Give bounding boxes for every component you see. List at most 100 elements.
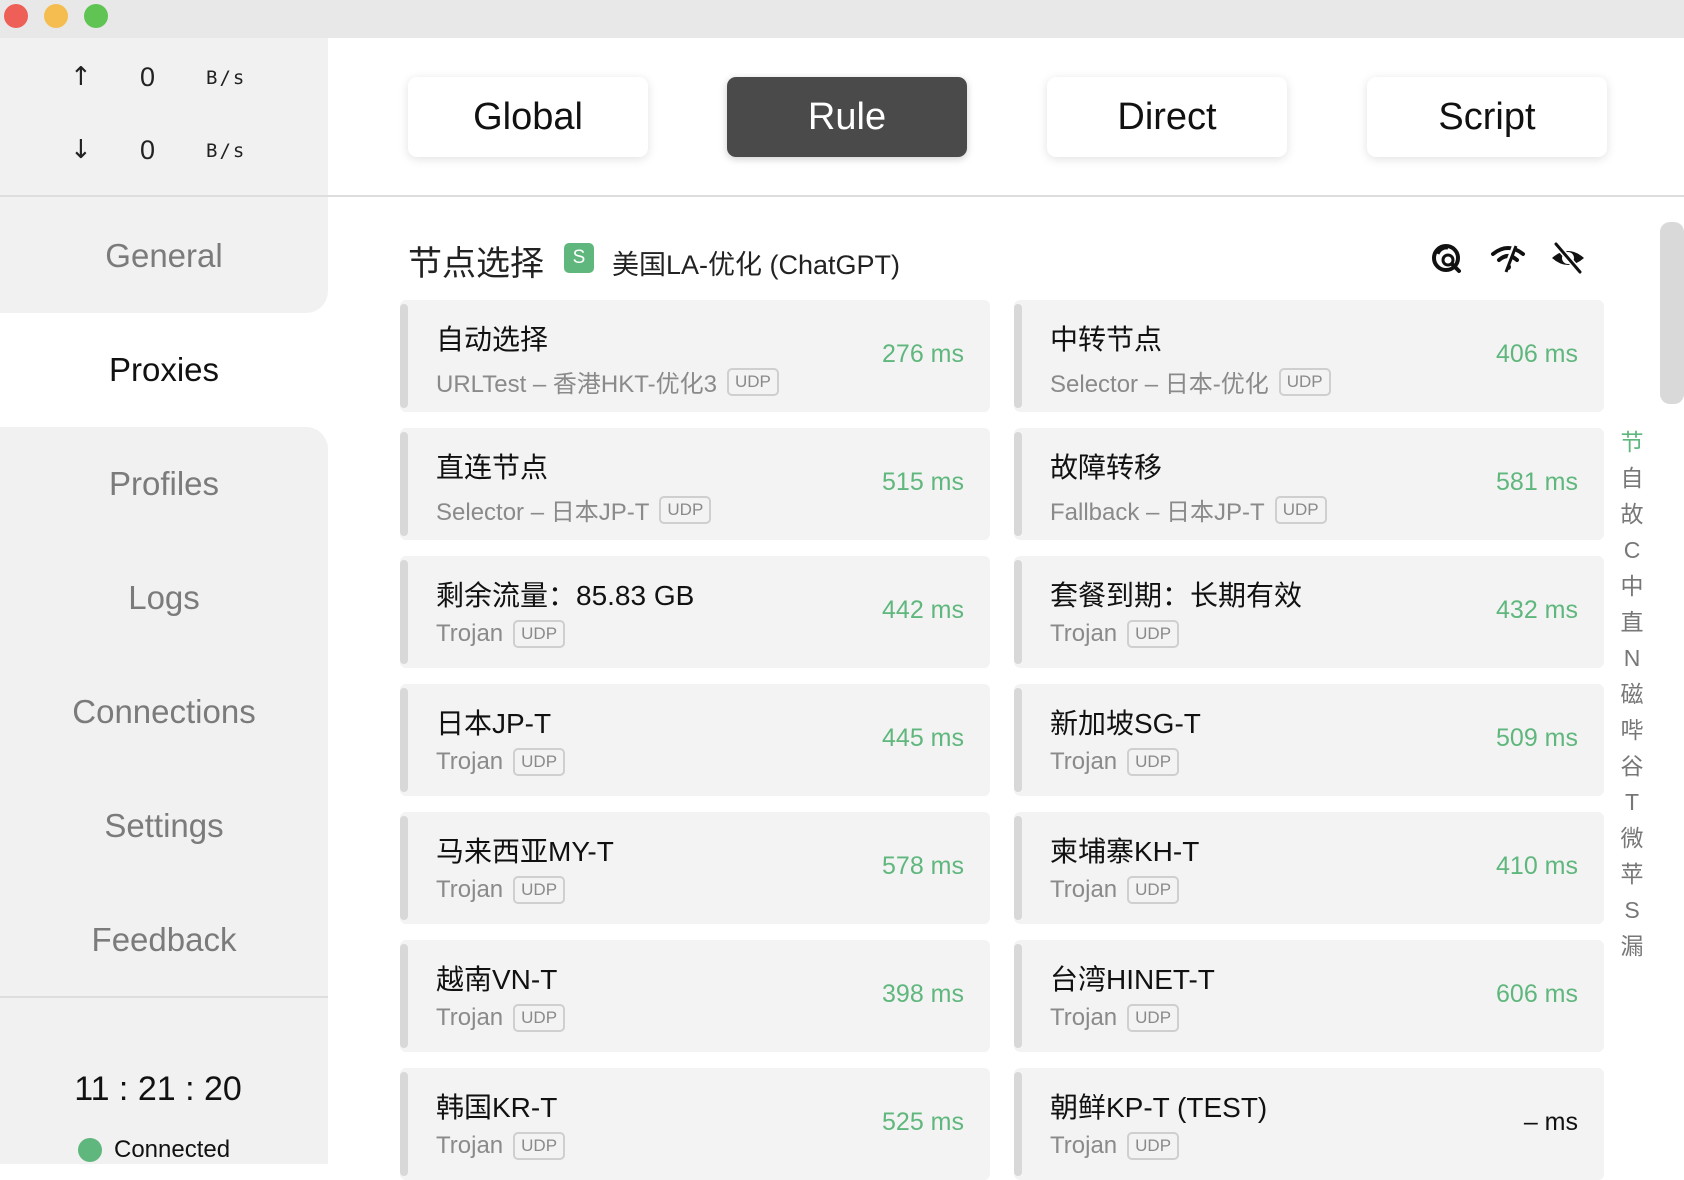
proxy-delay[interactable]: 442 ms [882, 596, 964, 625]
proxy-type: Fallback – 日本JP-T UDP [1050, 492, 1327, 527]
udp-badge: UDP [1127, 876, 1180, 904]
proxy-type-label: Fallback – 日本JP-T [1050, 499, 1265, 526]
proxy-delay[interactable]: 432 ms [1496, 596, 1578, 625]
proxy-name: 马来西亚MY-T [436, 836, 614, 867]
proxy-delay[interactable]: 398 ms [882, 980, 964, 1009]
mode-global-button[interactable]: Global [408, 77, 648, 157]
proxy-delay[interactable]: 606 ms [1496, 980, 1578, 1009]
proxy-card[interactable]: 新加坡SG-T Trojan UDP 509 ms [1014, 684, 1604, 796]
proxy-type: Trojan UDP [436, 1132, 566, 1160]
group-index: 节 自 故 C 中 直 N 磁 哔 谷 T 微 苹 S 漏 [1614, 424, 1650, 964]
index-item[interactable]: C [1614, 532, 1650, 568]
index-item[interactable]: S [1614, 892, 1650, 928]
index-item[interactable]: 自 [1614, 460, 1650, 496]
proxy-name: 朝鲜KP-T (TEST) [1050, 1092, 1268, 1123]
proxy-delay[interactable]: – ms [1524, 1108, 1578, 1137]
status-label: Connected [114, 1136, 231, 1163]
card-accent-bar [400, 560, 408, 664]
proxy-name: 韩国KR-T [436, 1092, 558, 1123]
proxy-delay[interactable]: 578 ms [882, 852, 964, 881]
proxy-card[interactable]: 剩余流量：85.83 GB Trojan UDP 442 ms [400, 556, 990, 668]
proxy-type-label: Trojan [1050, 876, 1118, 903]
index-item[interactable]: 中 [1614, 568, 1650, 604]
proxy-card[interactable]: 韩国KR-T Trojan UDP 525 ms [400, 1068, 990, 1180]
proxy-type: Trojan UDP [436, 876, 566, 904]
group-current-proxy: 美国LA-优化 (ChatGPT) [612, 250, 901, 280]
group-title: 节点选择 [408, 245, 544, 283]
index-item[interactable]: 哔 [1614, 712, 1650, 748]
mode-bar: Global Rule Direct Script [328, 38, 1684, 197]
eye-off-icon[interactable] [1550, 240, 1586, 276]
index-item[interactable]: 磁 [1614, 676, 1650, 712]
proxy-card[interactable]: 台湾HINET-T Trojan UDP 606 ms [1014, 940, 1604, 1052]
index-item[interactable]: 故 [1614, 496, 1650, 532]
index-item[interactable]: 直 [1614, 604, 1650, 640]
proxy-card[interactable]: 日本JP-T Trojan UDP 445 ms [400, 684, 990, 796]
card-accent-bar [400, 816, 408, 920]
proxy-delay[interactable]: 410 ms [1496, 852, 1578, 881]
proxy-delay[interactable]: 406 ms [1496, 340, 1578, 369]
index-item[interactable]: 漏 [1614, 928, 1650, 964]
sidebar-item-connections[interactable]: Connections [0, 655, 328, 769]
download-unit: B/s [206, 140, 247, 162]
sidebar-item-profiles[interactable]: Profiles [0, 427, 328, 541]
sidebar-item-general[interactable]: General [0, 199, 328, 313]
proxy-card[interactable]: 朝鲜KP-T (TEST) Trojan UDP – ms [1014, 1068, 1604, 1180]
sidebar-item-proxies[interactable]: Proxies [0, 313, 328, 427]
mode-rule-button[interactable]: Rule [727, 77, 967, 157]
index-item[interactable]: N [1614, 640, 1650, 676]
index-item[interactable]: T [1614, 784, 1650, 820]
card-accent-bar [1014, 560, 1022, 664]
close-window-button[interactable] [4, 4, 28, 28]
upload-arrow-icon: ↑ [70, 62, 92, 92]
proxy-name: 日本JP-T [436, 708, 552, 739]
sidebar-item-settings[interactable]: Settings [0, 769, 328, 883]
proxy-delay[interactable]: 509 ms [1496, 724, 1578, 753]
proxy-card[interactable]: 马来西亚MY-T Trojan UDP 578 ms [400, 812, 990, 924]
scrollbar-thumb[interactable] [1660, 222, 1684, 404]
udp-badge: UDP [1127, 620, 1180, 648]
udp-badge: UDP [513, 620, 566, 648]
card-accent-bar [400, 432, 408, 536]
proxy-type: Trojan UDP [1050, 1132, 1180, 1160]
proxy-type-label: Trojan [1050, 1004, 1118, 1031]
proxy-delay[interactable]: 445 ms [882, 724, 964, 753]
udp-badge: UDP [513, 876, 566, 904]
mode-script-button[interactable]: Script [1367, 77, 1607, 157]
search-delay-icon[interactable] [1430, 240, 1466, 276]
proxy-type-label: Trojan [1050, 748, 1118, 775]
download-speed: ↓ 0 B/s [0, 131, 328, 171]
udp-badge: UDP [1274, 495, 1327, 524]
connection-status: Connected [78, 1136, 230, 1164]
proxy-card[interactable]: 柬埔寨KH-T Trojan UDP 410 ms [1014, 812, 1604, 924]
minimize-window-button[interactable] [44, 4, 68, 28]
proxy-group-header[interactable]: 节点选择 S 美国LA-优化 (ChatGPT) [408, 232, 1618, 283]
udp-badge: UDP [659, 495, 712, 524]
index-item[interactable]: 苹 [1614, 856, 1650, 892]
proxy-card[interactable]: 自动选择 URLTest – 香港HKT-优化3 UDP 276 ms [400, 300, 990, 412]
proxy-card[interactable]: 中转节点 Selector – 日本-优化 UDP 406 ms [1014, 300, 1604, 412]
proxy-name: 新加坡SG-T [1050, 708, 1201, 739]
download-arrow-icon: ↓ [70, 135, 92, 165]
index-item[interactable]: 微 [1614, 820, 1650, 856]
proxy-card[interactable]: 越南VN-T Trojan UDP 398 ms [400, 940, 990, 1052]
proxy-card[interactable]: 直连节点 Selector – 日本JP-T UDP 515 ms [400, 428, 990, 540]
proxy-type-label: Selector – 日本JP-T [436, 499, 650, 526]
proxy-delay[interactable]: 515 ms [882, 468, 964, 497]
proxy-delay[interactable]: 525 ms [882, 1108, 964, 1137]
proxy-card[interactable]: 故障转移 Fallback – 日本JP-T UDP 581 ms [1014, 428, 1604, 540]
clock: 11 : 21 : 20 [74, 1070, 242, 1108]
udp-badge: UDP [1127, 1132, 1180, 1160]
proxy-delay[interactable]: 276 ms [882, 340, 964, 369]
zoom-window-button[interactable] [84, 4, 108, 28]
card-accent-bar [1014, 816, 1022, 920]
wifi-off-icon[interactable] [1490, 240, 1526, 276]
mode-direct-button[interactable]: Direct [1047, 77, 1287, 157]
proxy-type-label: Trojan [1050, 1132, 1118, 1159]
sidebar-item-logs[interactable]: Logs [0, 541, 328, 655]
index-item[interactable]: 节 [1614, 424, 1650, 460]
index-item[interactable]: 谷 [1614, 748, 1650, 784]
proxy-card[interactable]: 套餐到期：长期有效 Trojan UDP 432 ms [1014, 556, 1604, 668]
proxy-delay[interactable]: 581 ms [1496, 468, 1578, 497]
sidebar-item-feedback[interactable]: Feedback [0, 883, 328, 997]
